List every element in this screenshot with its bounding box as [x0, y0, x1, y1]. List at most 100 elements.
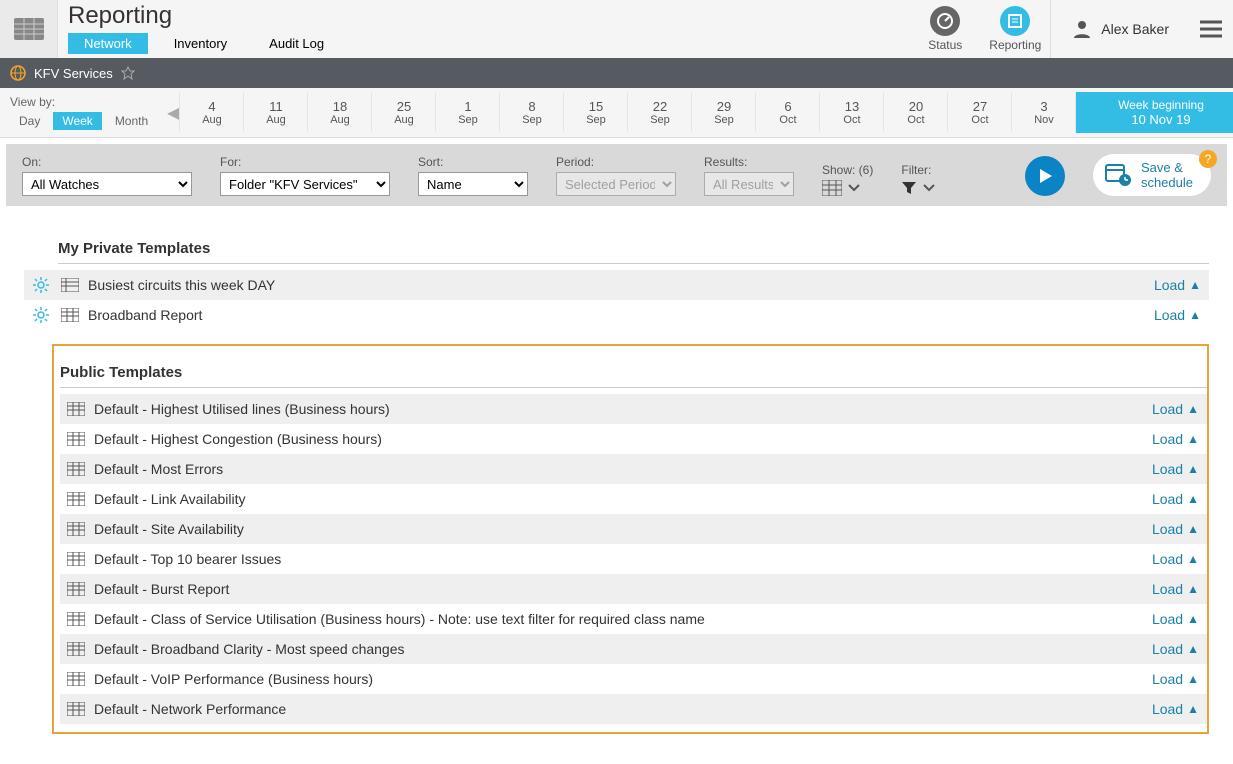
date-cell[interactable]: 13Oct — [819, 93, 883, 132]
load-button[interactable]: Load ▲ — [1154, 277, 1201, 293]
load-button[interactable]: Load ▲ — [1152, 521, 1199, 537]
filter-on-select[interactable]: All Watches — [22, 172, 192, 196]
current-line1: Week beginning — [1076, 98, 1233, 112]
template-name: Default - Site Availability — [94, 521, 1152, 537]
tab-audit-log[interactable]: Audit Log — [253, 33, 340, 54]
load-button[interactable]: Load ▲ — [1152, 671, 1199, 687]
user-icon — [1071, 18, 1093, 40]
filter-period-select: Selected Period — [556, 172, 676, 196]
header-spacer — [350, 0, 910, 58]
filter-sort-label: Sort: — [418, 155, 528, 169]
template-row: Default - Site AvailabilityLoad ▲ — [60, 514, 1207, 544]
filter-sort: Sort: Name — [418, 155, 528, 196]
public-templates-title: Public Templates — [60, 364, 1207, 381]
filter-filter-label: Filter: — [901, 163, 935, 177]
load-button[interactable]: Load ▲ — [1152, 461, 1199, 477]
reporting-button[interactable]: Reporting — [980, 0, 1050, 58]
date-cell[interactable]: 6Oct — [755, 93, 819, 132]
filter-filter-control[interactable] — [901, 180, 935, 196]
template-row: Default - Most ErrorsLoad ▲ — [60, 454, 1207, 484]
date-prev[interactable]: ◀ — [167, 103, 179, 123]
save-schedule-button[interactable]: Save & schedule — [1093, 154, 1211, 196]
user-menu[interactable]: Alex Baker — [1050, 0, 1189, 58]
content-area: My Private Templates Busiest circuits th… — [0, 212, 1233, 764]
template-name: Default - Link Availability — [94, 491, 1152, 507]
date-cell[interactable]: 15Sep — [563, 93, 627, 132]
filter-for-select[interactable]: Folder "KFV Services" — [220, 172, 390, 196]
load-button[interactable]: Load ▲ — [1152, 401, 1199, 417]
date-cell[interactable]: 20Oct — [883, 93, 947, 132]
status-label: Status — [928, 38, 962, 52]
filter-for-label: For: — [220, 155, 390, 169]
app-logo[interactable] — [0, 0, 58, 58]
template-row: Busiest circuits this week DAYLoad ▲ — [24, 270, 1209, 300]
filter-results-label: Results: — [704, 155, 794, 169]
grid-icon — [64, 402, 88, 416]
divider — [60, 387, 1207, 388]
date-cell[interactable]: 11Aug — [243, 93, 307, 132]
viewby-month[interactable]: Month — [106, 112, 157, 130]
filter-show-control[interactable] — [822, 180, 873, 196]
template-name: Default - Highest Utilised lines (Busine… — [94, 401, 1152, 417]
grid-icon — [64, 432, 88, 446]
load-button[interactable]: Load ▲ — [1154, 307, 1201, 323]
filter-bar: On: All Watches For: Folder "KFV Service… — [6, 144, 1227, 206]
header-tabs: Network Inventory Audit Log — [68, 33, 340, 54]
tab-inventory[interactable]: Inventory — [158, 33, 243, 54]
globe-icon — [10, 65, 26, 81]
load-button[interactable]: Load ▲ — [1152, 551, 1199, 567]
load-button[interactable]: Load ▲ — [1152, 431, 1199, 447]
gear-icon[interactable] — [24, 277, 58, 293]
grid-small-icon — [822, 180, 842, 196]
date-cell[interactable]: 18Aug — [307, 93, 371, 132]
template-row: Broadband ReportLoad ▲ — [24, 300, 1209, 330]
gear-icon[interactable] — [24, 307, 58, 323]
app-header: Reporting Network Inventory Audit Log St… — [0, 0, 1233, 58]
private-templates-title: My Private Templates — [58, 240, 1209, 257]
breadcrumb-folder[interactable]: KFV Services — [34, 66, 113, 81]
template-name: Default - Broadband Clarity - Most speed… — [94, 641, 1152, 657]
date-cell[interactable]: 25Aug — [371, 93, 435, 132]
grid-icon — [64, 552, 88, 566]
filter-filter: Filter: — [901, 163, 935, 196]
run-report-button[interactable] — [1025, 156, 1065, 196]
report-icon — [1006, 12, 1024, 30]
grid-icon — [64, 672, 88, 686]
date-current[interactable]: Week beginning 10 Nov 19 — [1075, 92, 1233, 133]
help-button[interactable]: ? — [1199, 150, 1217, 168]
template-row: Default - Top 10 bearer IssuesLoad ▲ — [60, 544, 1207, 574]
load-button[interactable]: Load ▲ — [1152, 611, 1199, 627]
star-icon[interactable] — [121, 66, 135, 80]
grid-icon — [64, 612, 88, 626]
date-cell[interactable]: 22Sep — [627, 93, 691, 132]
date-cell[interactable]: 8Sep — [499, 93, 563, 132]
date-cell[interactable]: 1Sep — [435, 93, 499, 132]
viewby-day[interactable]: Day — [10, 112, 49, 130]
grid-icon — [58, 308, 82, 322]
filter-results: Results: All Results — [704, 155, 794, 196]
load-button[interactable]: Load ▲ — [1152, 491, 1199, 507]
page-title: Reporting — [68, 2, 340, 30]
date-cell[interactable]: 27Oct — [947, 93, 1011, 132]
date-cell[interactable]: 4Aug — [179, 93, 243, 132]
hamburger-menu[interactable] — [1189, 0, 1233, 58]
save-sched-line2: schedule — [1141, 175, 1193, 190]
load-button[interactable]: Load ▲ — [1152, 641, 1199, 657]
template-row: Default - Highest Utilised lines (Busine… — [60, 394, 1207, 424]
date-strip: View by: Day Week Month ◀ 4Aug11Aug18Aug… — [0, 88, 1233, 138]
breadcrumb: KFV Services — [0, 58, 1233, 88]
filter-results-select: All Results — [704, 172, 794, 196]
tab-network[interactable]: Network — [68, 33, 148, 54]
load-button[interactable]: Load ▲ — [1152, 581, 1199, 597]
date-cell[interactable]: 3Nov — [1011, 93, 1075, 132]
viewby-block: View by: Day Week Month — [0, 91, 167, 134]
grid-icon — [64, 522, 88, 536]
grid-icon — [64, 702, 88, 716]
filter-sort-select[interactable]: Name — [418, 172, 528, 196]
status-button[interactable]: Status — [910, 0, 980, 58]
viewby-week[interactable]: Week — [53, 112, 101, 130]
load-button[interactable]: Load ▲ — [1152, 701, 1199, 717]
date-cell[interactable]: 29Sep — [691, 93, 755, 132]
current-line2: 10 Nov 19 — [1076, 112, 1233, 127]
grid-icon — [64, 492, 88, 506]
